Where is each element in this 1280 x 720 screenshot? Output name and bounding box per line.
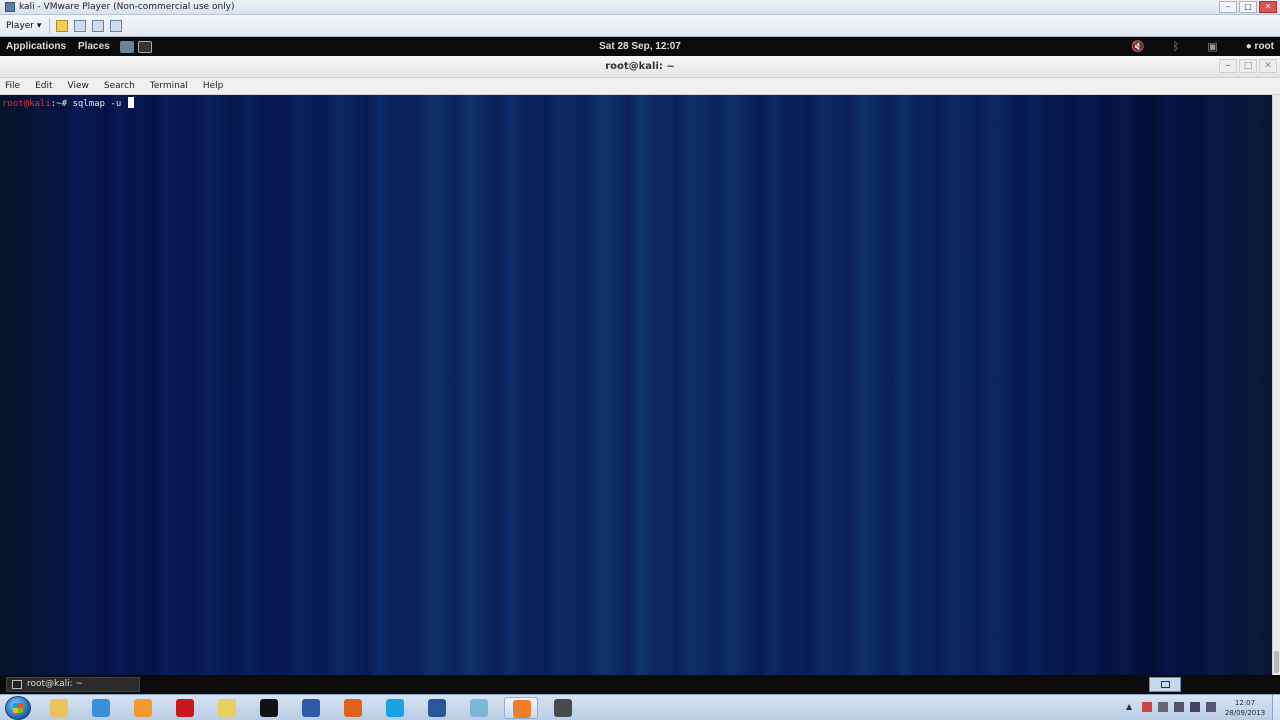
vmware-icon — [513, 700, 531, 718]
applications-menu[interactable]: Applications — [0, 41, 72, 52]
prompt-path: :~# — [50, 99, 73, 109]
show-desktop-button[interactable] — [1272, 695, 1280, 720]
taskbar-explorer-button[interactable] — [42, 697, 76, 719]
taskbar-media-player-button[interactable] — [126, 697, 160, 719]
unity-icon[interactable] — [110, 19, 123, 32]
fullscreen-icon[interactable] — [92, 19, 105, 32]
network-tray-icon[interactable] — [1190, 702, 1200, 712]
network-icon[interactable]: ▣ — [1207, 40, 1217, 53]
tray-app2-icon[interactable] — [1174, 702, 1184, 712]
skype-icon — [386, 699, 404, 717]
vmware-maximize-button[interactable]: □ — [1239, 1, 1257, 13]
windows-taskbar: ▲ 12:07 28/09/2013 — [0, 694, 1280, 720]
iceweasel-launcher-icon[interactable] — [119, 40, 134, 53]
taskbar-skype-button[interactable] — [378, 697, 412, 719]
firefox-icon — [344, 699, 362, 717]
menu-search[interactable]: Search — [104, 81, 135, 91]
media-player-icon — [134, 699, 152, 717]
terminal-minimize-button[interactable]: – — [1219, 59, 1237, 73]
tray-expand-icon[interactable]: ▲ — [1126, 702, 1136, 712]
player-menu-button[interactable]: Player ▾ — [6, 17, 51, 34]
clock-time: 12:07 — [1234, 699, 1256, 707]
kali-top-panel: Applications Places Sat 28 Sep, 12:07 🔇 … — [0, 37, 1280, 56]
system-clock[interactable]: 12:07 28/09/2013 — [1220, 698, 1270, 718]
user-menu[interactable]: ● root — [1246, 41, 1274, 52]
text-cursor — [127, 97, 134, 108]
command-line: root@kali:~# sqlmap -u — [2, 97, 134, 109]
taskbar-firefox-button[interactable] — [336, 697, 370, 719]
system-tray: ▲ — [1126, 702, 1216, 712]
flag-icon[interactable] — [1142, 702, 1152, 712]
terminal-title-bar: root@kali: ~ – □ ✕ — [0, 56, 1280, 78]
start-button[interactable] — [5, 696, 31, 720]
tray-app-icon[interactable] — [1158, 702, 1168, 712]
bluetooth-icon[interactable]: ᛒ — [1173, 41, 1180, 53]
workspace-switcher[interactable] — [1149, 677, 1181, 692]
taskbar-tool-app-button[interactable] — [546, 697, 580, 719]
taskbar-file-manager-button[interactable] — [210, 697, 244, 719]
taskbar-command-prompt-button[interactable] — [252, 697, 286, 719]
vmware-close-button[interactable]: ✕ — [1259, 1, 1277, 13]
word-icon — [428, 699, 446, 717]
terminal-window-title: root@kali: ~ — [605, 61, 675, 72]
user-icon: ● — [1245, 41, 1255, 52]
scrollbar-thumb[interactable] — [1274, 651, 1279, 673]
terminal-icon — [12, 680, 22, 689]
command-prompt-icon — [260, 699, 278, 717]
vmware-toolbar: Player ▾ — [0, 15, 1280, 37]
taskbar-adobe-reader-button[interactable] — [168, 697, 202, 719]
volume-tray-icon[interactable] — [1206, 702, 1216, 712]
terminal-launcher-icon[interactable] — [137, 40, 152, 53]
taskbar-terminal-item[interactable]: root@kali: ~ — [6, 677, 140, 692]
kali-bottom-panel: root@kali: ~ — [0, 675, 1280, 694]
menu-view[interactable]: View — [68, 81, 89, 91]
task-label: root@kali: ~ — [27, 679, 84, 689]
taskbar-internet-explorer-button[interactable] — [84, 697, 118, 719]
file-manager-icon — [218, 699, 236, 717]
terminal-maximize-button[interactable]: □ — [1239, 59, 1257, 73]
volume-muted-icon[interactable]: 🔇 — [1131, 40, 1145, 53]
taskbar-word-button[interactable] — [420, 697, 454, 719]
generic-app-icon — [470, 699, 488, 717]
explorer-icon — [50, 699, 68, 717]
places-menu[interactable]: Places — [72, 41, 116, 52]
terminal-output-area[interactable]: root@kali:~# sqlmap -u — [0, 95, 1272, 675]
menu-edit[interactable]: Edit — [35, 81, 52, 91]
internet-explorer-icon — [92, 699, 110, 717]
menu-help[interactable]: Help — [203, 81, 224, 91]
send-ctrl-alt-del-icon[interactable] — [74, 19, 87, 32]
vmware-minimize-button[interactable]: – — [1219, 1, 1237, 13]
menu-file[interactable]: File — [5, 81, 20, 91]
network-tool-icon — [302, 699, 320, 717]
vmware-window-title: kali - VMware Player (Non-commercial use… — [19, 2, 235, 12]
taskbar-generic-app-button[interactable] — [462, 697, 496, 719]
panel-clock: Sat 28 Sep, 12:07 — [599, 41, 681, 52]
terminal-scrollbar[interactable] — [1272, 95, 1280, 675]
terminal-close-button[interactable]: ✕ — [1259, 59, 1277, 73]
adobe-reader-icon — [176, 699, 194, 717]
menu-terminal[interactable]: Terminal — [150, 81, 188, 91]
vmware-icon — [5, 2, 15, 12]
pause-icon[interactable] — [56, 19, 69, 32]
taskbar-vmware-button[interactable] — [504, 697, 538, 719]
terminal-menubar: File Edit View Search Terminal Help — [0, 78, 1280, 95]
vmware-title-bar: kali - VMware Player (Non-commercial use… — [0, 0, 1280, 15]
clock-date: 28/09/2013 — [1224, 709, 1266, 717]
typed-command: sqlmap -u — [72, 99, 127, 109]
tool-app-icon — [554, 699, 572, 717]
prompt-user: root@kali — [2, 99, 51, 109]
workspace-icon — [1161, 681, 1170, 688]
taskbar-network-tool-button[interactable] — [294, 697, 328, 719]
user-name: root — [1254, 41, 1274, 52]
